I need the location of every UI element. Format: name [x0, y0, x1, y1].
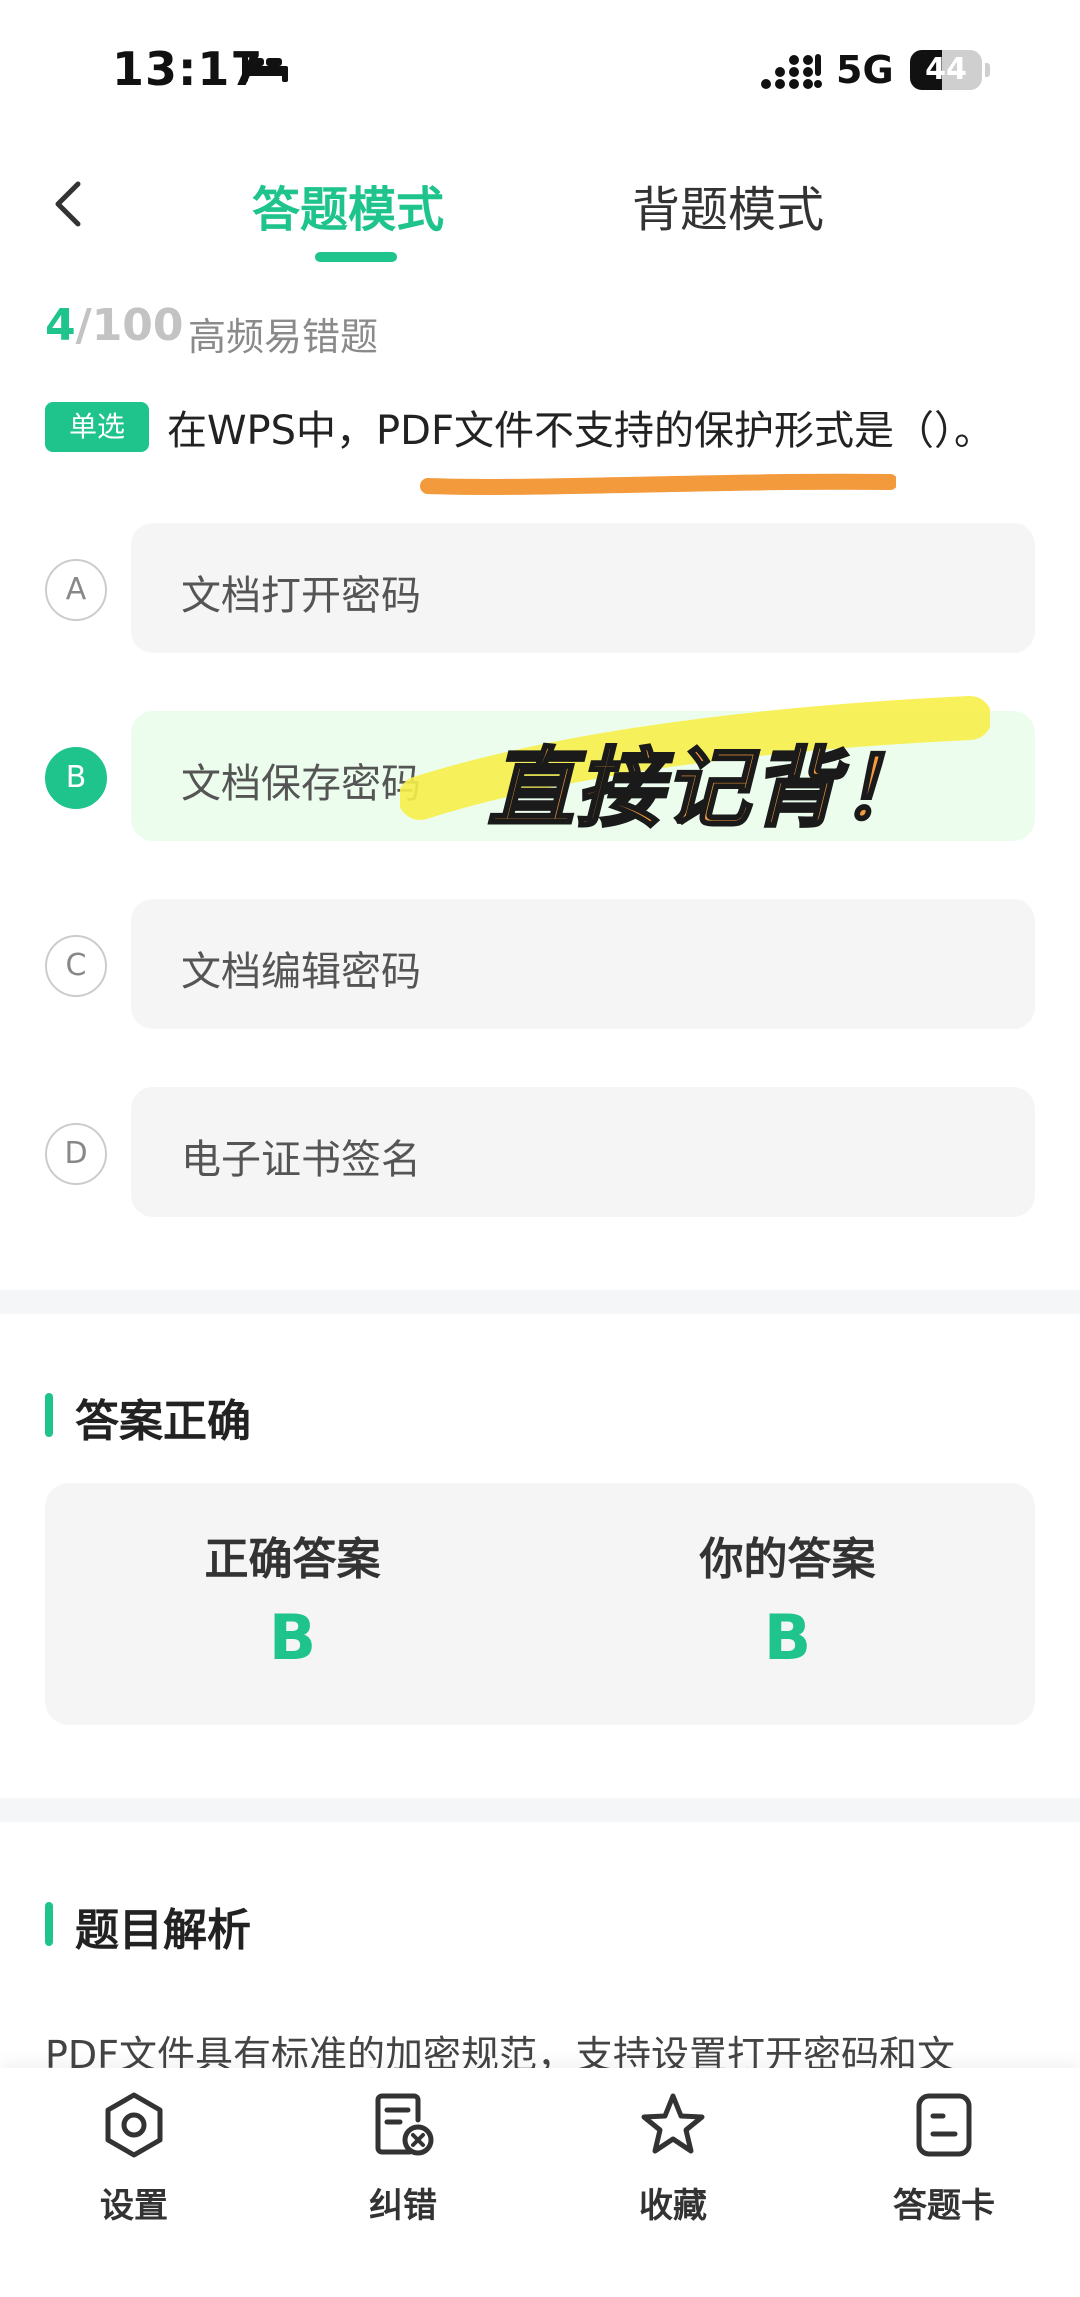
option-text: 电子证书签名 — [181, 1137, 421, 1183]
option-text: 文档保存密码 — [181, 761, 421, 807]
question-progress: 4/100 — [45, 300, 184, 360]
battery-indicator: 44 — [910, 50, 990, 90]
option-c[interactable]: C 文档编辑密码 — [45, 899, 1035, 1029]
nav-report-error[interactable]: 纠错 — [303, 2090, 503, 2250]
your-answer: 你的答案 B — [540, 1523, 1035, 1674]
status-bar: 13:17 5G 44 — [0, 0, 1080, 140]
question-text: 在WPS中，PDF文件不支持的保护形式是（）。 — [167, 408, 994, 454]
your-answer-label: 你的答案 — [699, 1534, 876, 1585]
tab-answer-mode[interactable]: 答题模式 — [252, 170, 444, 240]
correct-answer-value: B — [268, 1601, 317, 1674]
nav-favorite[interactable]: 收藏 — [573, 2090, 773, 2250]
back-arrow-icon[interactable] — [40, 174, 100, 234]
report-error-icon — [375, 2093, 434, 2156]
option-letter: A — [45, 559, 107, 621]
option-letter: C — [45, 935, 107, 997]
result-title: 答案正确 — [45, 1385, 251, 1449]
network-label: 5G — [836, 48, 894, 92]
nav-settings[interactable]: 设置 — [34, 2090, 234, 2250]
analysis-title: 题目解析 — [45, 1894, 251, 1958]
bottom-nav: 设置 纠错 收藏 答题卡 — [0, 2068, 1080, 2297]
question: 单选 在WPS中，PDF文件不支持的保护形式是（）。 — [45, 398, 1045, 468]
quiz-page: 13:17 5G 44 答题模式 背题模式 4/100 高频易错题 单选 在WP… — [0, 0, 1080, 2297]
option-box: 文档编辑密码 — [131, 899, 1035, 1029]
option-box: 文档打开密码 — [131, 523, 1035, 653]
progress-current: 4 — [45, 300, 76, 351]
question-type-badge: 单选 — [45, 402, 149, 452]
orange-underline-annotation — [420, 473, 896, 495]
bed-icon — [242, 56, 288, 82]
progress-total: /100 — [75, 300, 184, 351]
your-answer-value: B — [763, 1601, 812, 1674]
star-icon — [641, 2093, 705, 2154]
option-a[interactable]: A 文档打开密码 — [45, 523, 1035, 653]
signal-icon — [761, 54, 822, 89]
option-text: 文档打开密码 — [181, 573, 421, 619]
section-divider — [0, 1290, 1080, 1314]
settings-icon — [105, 2092, 163, 2158]
option-letter: B — [45, 747, 107, 809]
option-text: 文档编辑密码 — [181, 949, 421, 995]
nav-answer-card[interactable]: 答题卡 — [844, 2090, 1044, 2250]
nav-label: 收藏 — [639, 2186, 707, 2226]
battery-level: 44 — [925, 52, 967, 87]
option-box: 电子证书签名 — [131, 1087, 1035, 1217]
correct-answer-label: 正确答案 — [204, 1534, 381, 1585]
answer-card-icon — [916, 2093, 972, 2157]
header: 答题模式 背题模式 — [0, 150, 1080, 270]
option-d[interactable]: D 电子证书签名 — [45, 1087, 1035, 1217]
answer-card: 正确答案 B 你的答案 B — [45, 1483, 1035, 1725]
section-divider — [0, 1798, 1080, 1822]
question-category: 高频易错题 — [188, 315, 379, 359]
nav-label: 纠错 — [369, 2186, 437, 2226]
tab-memorize-mode[interactable]: 背题模式 — [632, 170, 824, 240]
active-tab-indicator — [315, 252, 397, 262]
option-letter: D — [45, 1123, 107, 1185]
nav-label: 答题卡 — [893, 2186, 995, 2226]
memorize-annotation: 直接记背！ — [487, 738, 928, 841]
nav-label: 设置 — [100, 2186, 168, 2226]
correct-answer: 正确答案 B — [45, 1523, 540, 1674]
